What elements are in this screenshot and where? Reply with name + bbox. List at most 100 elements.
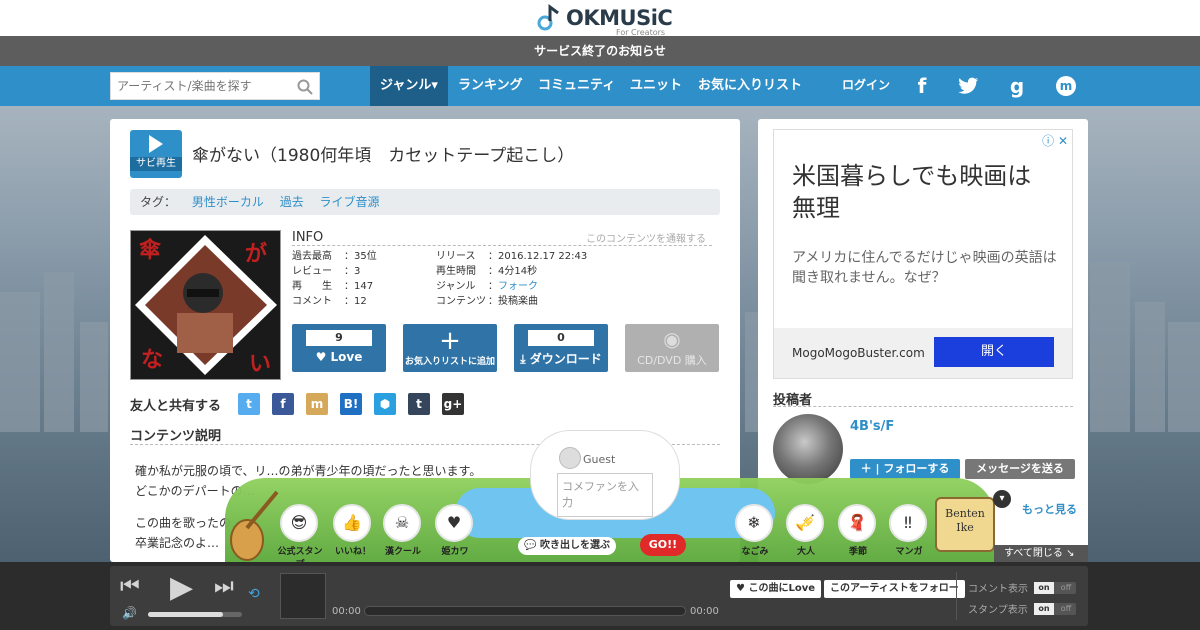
tag-link[interactable]: 男性ボーカル: [192, 195, 264, 209]
nav-community[interactable]: コミュニティ: [528, 66, 625, 106]
tag-link[interactable]: 過去: [280, 195, 304, 209]
download-button[interactable]: 0 ⤓ ダウンロード: [514, 324, 608, 372]
follow-artist-button[interactable]: このアーティストをフォロー: [824, 580, 965, 598]
twitter-share-icon[interactable]: t: [238, 393, 260, 415]
next-icon[interactable]: ⏭: [214, 574, 234, 599]
repeat-icon[interactable]: ⟲: [248, 586, 260, 602]
jacket-char: 傘: [139, 237, 162, 263]
official-stamp-icon[interactable]: 😎: [280, 504, 318, 542]
player-inner: ⏮ ▶ ⏭ ⟲ 🔊 00:00 00:00 ♥ この曲にLove このアーティス…: [110, 566, 1088, 626]
mixi-share-icon[interactable]: m: [306, 393, 328, 415]
login-link[interactable]: ログイン: [842, 66, 890, 106]
seek-bar[interactable]: [364, 606, 686, 616]
stamp-display-label: スタンプ表示: [968, 605, 1028, 616]
choose-bubble-button[interactable]: 💬 吹き出しを選ぶ: [518, 537, 616, 555]
google-icon[interactable]: g: [1005, 74, 1029, 98]
time-current: 00:00: [332, 606, 361, 617]
advertisement[interactable]: ⓘ ✕ 米国暮らしでも映画は無理 アメリカに住んでるだけじゃ映画の英語は聞き取れ…: [773, 129, 1073, 379]
ad-close-icon[interactable]: ⓘ ✕: [1042, 132, 1068, 149]
info-value: 147: [354, 281, 374, 292]
cd-dvd-purchase-button[interactable]: ◉ CD/DVD 購入: [625, 324, 719, 372]
google-plus-share-icon[interactable]: g+: [442, 393, 464, 415]
info-colon: ：: [488, 266, 498, 277]
service-end-notice[interactable]: サービス終了のお知らせ: [0, 36, 1200, 66]
player-love-label: この曲にLove: [748, 583, 815, 594]
tumblr-like-share-icon[interactable]: ⬢: [374, 393, 396, 415]
info-colon: ：: [488, 281, 498, 292]
chevron-down-icon[interactable]: ▾: [993, 490, 1011, 508]
info-title: INFO: [292, 230, 324, 245]
tumblr-share-icon[interactable]: t: [408, 393, 430, 415]
manga-stamp-icon[interactable]: ‼: [889, 504, 927, 542]
comment-cloud: Guest コメファンを入力: [530, 430, 680, 520]
info-header: INFO このコンテンツを通報する: [292, 230, 712, 246]
facebook-icon[interactable]: f: [910, 74, 934, 98]
stamp-label: 季節: [848, 547, 867, 557]
tag-link[interactable]: ライブ音源: [320, 195, 380, 209]
cool-stamp-icon[interactable]: ☠: [383, 504, 421, 542]
info-key: ジャンル: [436, 281, 476, 292]
report-link[interactable]: このコンテンツを通報する: [586, 230, 706, 245]
info-key: リリース: [436, 251, 476, 262]
sabi-play-label: サビ再生: [130, 157, 182, 171]
toggle-off: off: [1060, 583, 1072, 592]
close-all-button[interactable]: すべて閉じる ↘: [994, 545, 1088, 563]
info-key: 過去最高: [292, 251, 332, 262]
play-icon: [149, 135, 163, 153]
previous-icon[interactable]: ⏮: [120, 574, 140, 599]
cute-stamp-icon[interactable]: ♥: [435, 504, 473, 542]
download-icon: ⤓: [520, 352, 530, 366]
hatena-share-icon[interactable]: B!: [340, 393, 362, 415]
genre-link[interactable]: フォーク: [498, 279, 538, 294]
info-row: 過去最高： 35位 リリース： 2016.12.17 22:43: [292, 249, 712, 264]
nav-genre[interactable]: ジャンル▾: [370, 66, 448, 106]
play-icon[interactable]: ▶: [170, 570, 193, 605]
plus-icon: +: [439, 326, 461, 356]
player-love-button[interactable]: ♥ この曲にLove: [730, 580, 821, 598]
comment-display-toggle[interactable]: on off: [1034, 582, 1076, 594]
audio-player: ⏮ ▶ ⏭ ⟲ 🔊 00:00 00:00 ♥ この曲にLove このアーティス…: [0, 562, 1200, 630]
info-colon: ：: [344, 296, 354, 307]
more-link[interactable]: もっと見る: [1022, 501, 1077, 517]
season-stamp-icon[interactable]: 🧣: [838, 504, 876, 542]
cd-dvd-label: CD/DVD 購入: [637, 354, 707, 367]
info-key: 再生時間: [436, 266, 476, 277]
mixi-icon[interactable]: m: [1054, 74, 1078, 98]
nav-favorite-list[interactable]: お気に入りリスト: [688, 66, 812, 106]
poster-name[interactable]: 4B's/F: [850, 419, 894, 434]
go-button[interactable]: GO!!: [640, 534, 686, 556]
search-input[interactable]: [111, 73, 291, 99]
info-value: 投稿楽曲: [498, 296, 538, 307]
stamp-label: マンガ: [895, 547, 923, 557]
nav-unit[interactable]: ユニット: [620, 66, 692, 106]
collapse-arrow-icon: ↘: [1062, 548, 1075, 559]
comment-input[interactable]: コメファンを入力: [557, 473, 653, 517]
add-favorite-button[interactable]: + お気入りリストに追加: [403, 324, 497, 372]
love-label: Love: [330, 350, 363, 364]
volume-slider[interactable]: [148, 612, 242, 617]
add-favorite-label: お気入りリストに追加: [404, 357, 495, 367]
poster-section-title: 投稿者: [773, 389, 1073, 408]
okmusic-logo[interactable]: OKMUSiC For Creators: [536, 2, 673, 37]
twitter-icon[interactable]: [956, 74, 980, 98]
like-stamp-icon[interactable]: 👍: [333, 504, 371, 542]
search-icon[interactable]: [297, 79, 313, 95]
ad-source: MogoMogoBuster.com: [792, 346, 925, 360]
sabi-play-button[interactable]: サビ再生: [130, 130, 182, 178]
facebook-share-icon[interactable]: f: [272, 393, 294, 415]
stamp-label: なごみ: [741, 547, 769, 557]
love-button[interactable]: 9 ♥ Love: [292, 324, 386, 372]
heart-icon: ♥: [736, 583, 749, 594]
relax-stamp-icon[interactable]: ❄: [735, 504, 773, 542]
ad-headline[interactable]: 米国暮らしでも映画は無理: [792, 160, 1052, 224]
share-title: 友人と共有する: [130, 399, 222, 414]
adult-stamp-icon[interactable]: 🎺: [786, 504, 824, 542]
toggle-on: on: [1034, 582, 1054, 594]
stamp-display-toggle[interactable]: on off: [1034, 603, 1076, 615]
info-key: コンテンツ: [436, 296, 486, 307]
ad-open-button[interactable]: 開く: [934, 337, 1054, 367]
volume-icon[interactable]: 🔊: [122, 606, 137, 620]
logo-text: OKMUSiC: [566, 6, 673, 30]
info-colon: ：: [344, 281, 354, 292]
nav-ranking[interactable]: ランキング: [448, 66, 533, 106]
